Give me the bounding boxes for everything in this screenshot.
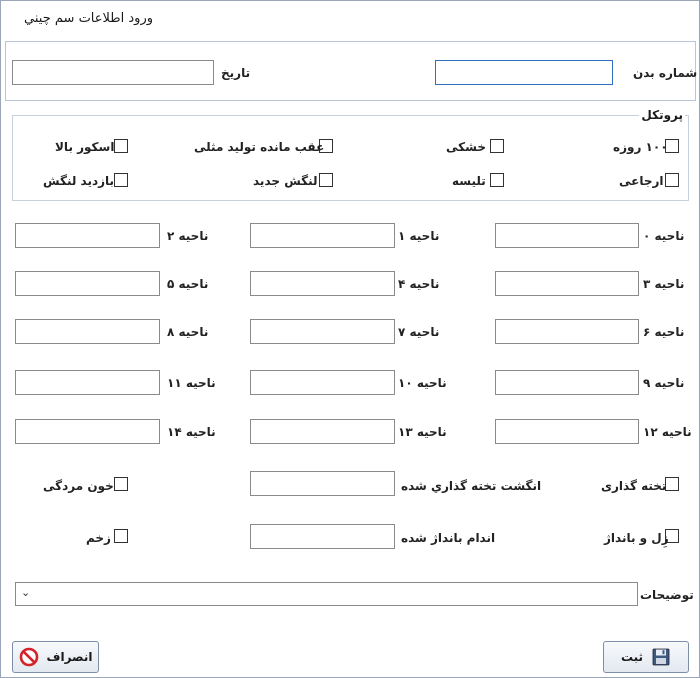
zone-5-label: ناحيه ۵	[167, 277, 209, 291]
cancel-icon	[19, 647, 38, 667]
date-input[interactable]	[12, 60, 214, 85]
zone-1-label: ناحيه ۱	[398, 229, 440, 243]
blood-label: خون مردگی	[43, 479, 114, 493]
bandaged-limb-label: اندام بانداژ شده	[401, 531, 496, 545]
zone-9-label: ناحيه ۹	[643, 376, 685, 390]
zone-1-input[interactable]	[250, 223, 395, 248]
zone-3-label: ناحيه ۳	[643, 277, 685, 291]
zone-11-input[interactable]	[15, 370, 160, 395]
protocol-referral-checkbox[interactable]	[665, 173, 679, 187]
zone-11-label: ناحيه ۱۱	[167, 376, 216, 390]
zone-7-label: ناحيه ۷	[398, 325, 440, 339]
zone-3-input[interactable]	[495, 271, 639, 296]
save-button[interactable]: ثبت	[603, 641, 689, 673]
protocol-new-lameness-label: لنگش جديد	[253, 174, 318, 188]
protocol-referral-label: ارجاعی	[619, 174, 664, 188]
zone-13-label: ناحيه ۱۳	[398, 425, 447, 439]
zone-6-label: ناحيه ۶	[643, 325, 685, 339]
notes-label: توضيحات	[640, 588, 694, 602]
date-label: تاريخ	[221, 66, 251, 80]
dialog-window: ورود اطلاعات سم چيني شماره بدن تاريخ پرو…	[0, 0, 700, 678]
body-number-input[interactable]	[435, 60, 613, 85]
cancel-button[interactable]: انصراف	[12, 641, 99, 673]
protocol-lameness-visit-checkbox[interactable]	[114, 173, 128, 187]
zone-6-input[interactable]	[495, 319, 639, 344]
save-button-label: ثبت	[620, 650, 644, 664]
zone-4-label: ناحيه ۴	[398, 277, 440, 291]
zone-4-input[interactable]	[250, 271, 395, 296]
zone-12-input[interactable]	[495, 419, 639, 444]
zone-13-input[interactable]	[250, 419, 395, 444]
zone-8-label: ناحيه ۸	[167, 325, 209, 339]
zone-7-input[interactable]	[250, 319, 395, 344]
floppy-disk-icon	[652, 648, 670, 666]
chevron-down-icon[interactable]: ⌄	[21, 586, 30, 599]
bandage-label: زِل و بانداژ	[604, 531, 669, 545]
protocol-new-lameness-checkbox[interactable]	[319, 173, 333, 187]
protocol-title: پروتکل	[639, 108, 685, 122]
bandaged-limb-input[interactable]	[250, 524, 395, 549]
board-finger-label: انگشت تخته گذاري شده	[401, 479, 542, 493]
zone-5-input[interactable]	[15, 271, 160, 296]
protocol-100-day-label: ۱۰۰ روزه	[613, 140, 668, 154]
zone-8-input[interactable]	[15, 319, 160, 344]
protocol-repro-delay-label: عقب مانده توليد مثلی	[194, 140, 325, 154]
zone-14-input[interactable]	[15, 419, 160, 444]
zone-10-label: ناحيه ۱۰	[398, 376, 447, 390]
title-bar: ورود اطلاعات سم چيني	[1, 1, 699, 38]
protocol-dry-checkbox[interactable]	[490, 139, 504, 153]
zone-14-label: ناحيه ۱۴	[167, 425, 216, 439]
protocol-dry-label: خشکی	[446, 140, 486, 154]
zone-2-label: ناحيه ۲	[167, 229, 209, 243]
zone-0-label: ناحيه ۰	[643, 229, 685, 243]
zone-10-input[interactable]	[250, 370, 395, 395]
board-finger-input[interactable]	[250, 471, 395, 496]
body-number-label: شماره بدن	[633, 66, 698, 80]
protocol-heifer-checkbox[interactable]	[490, 173, 504, 187]
zone-9-input[interactable]	[495, 370, 639, 395]
wound-label: زخم	[86, 531, 111, 545]
protocol-group	[12, 115, 689, 201]
zone-2-input[interactable]	[15, 223, 160, 248]
cancel-button-label: انصراف	[46, 650, 93, 664]
wound-checkbox[interactable]	[114, 529, 128, 543]
zone-0-input[interactable]	[495, 223, 639, 248]
blood-checkbox[interactable]	[114, 477, 128, 491]
protocol-lameness-visit-label: بازديد لنگش	[43, 174, 115, 188]
board-checkbox[interactable]	[665, 477, 679, 491]
window-title: ورود اطلاعات سم چيني	[24, 11, 153, 26]
zone-12-label: ناحيه ۱۲	[643, 425, 692, 439]
notes-combo[interactable]: ⌄	[15, 582, 638, 606]
board-label: تخته گذاری	[601, 479, 667, 493]
protocol-heifer-label: تليسه	[452, 174, 486, 188]
protocol-high-score-label: اسکور بالا	[55, 140, 115, 154]
protocol-high-score-checkbox[interactable]	[114, 139, 128, 153]
